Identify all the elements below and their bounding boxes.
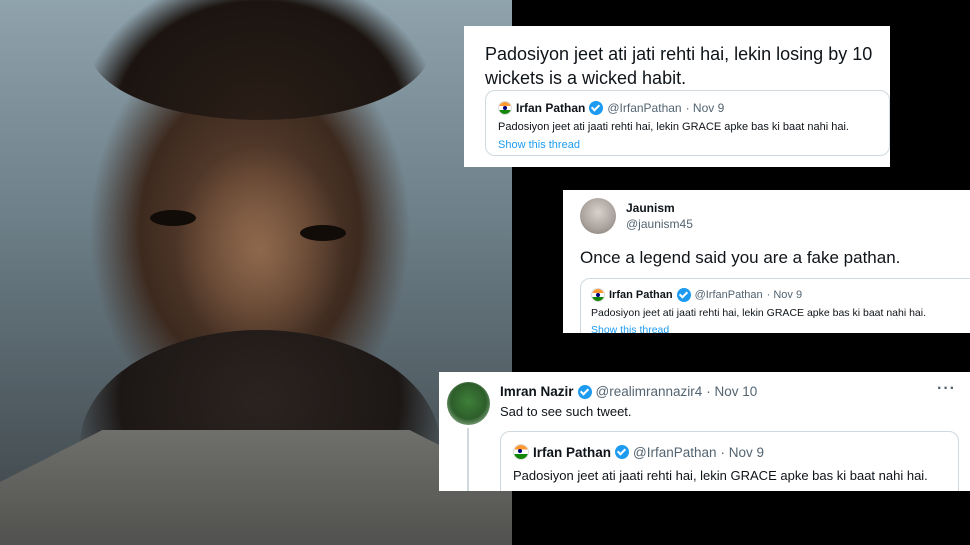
quoted-tweet[interactable]: Irfan Pathan @IrfanPathan · Nov 9 Padosi… <box>485 90 890 156</box>
verified-badge-icon <box>615 445 630 459</box>
quote-author-name[interactable]: Irfan Pathan <box>609 289 673 301</box>
flag-avatar-icon <box>513 444 529 460</box>
verified-badge-icon <box>676 288 691 302</box>
verified-badge-icon <box>589 101 604 115</box>
avatar[interactable] <box>580 198 616 234</box>
quote-date[interactable]: · Nov 9 <box>767 289 802 301</box>
show-thread-link[interactable]: Show this thread <box>498 139 580 151</box>
more-options-icon[interactable]: ··· <box>937 380 956 398</box>
tweet-card-3[interactable]: Imran Nazir @realimrannazir4 · Nov 10 ··… <box>439 372 970 491</box>
quote-author-handle[interactable]: @IrfanPathan <box>607 101 681 115</box>
quoted-tweet[interactable]: Irfan Pathan @IrfanPathan · Nov 9 Padosi… <box>500 431 959 491</box>
portrait-photo <box>0 0 512 545</box>
author-name[interactable]: Imran Nazir <box>500 384 574 399</box>
thread-line <box>467 428 469 491</box>
quoted-tweet[interactable]: Irfan Pathan @IrfanPathan · Nov 9 Padosi… <box>580 278 970 333</box>
flag-avatar-icon <box>591 288 605 302</box>
author-handle[interactable]: @realimrannazir4 <box>596 384 703 399</box>
quote-text: Padosiyon jeet ati jaati rehti hai, leki… <box>591 307 927 319</box>
photo-eye-right <box>300 225 346 241</box>
tweet-date[interactable]: · Nov 10 <box>706 384 757 399</box>
quote-date[interactable]: · Nov 9 <box>721 445 765 460</box>
tweet-text: Once a legend said you are a fake pathan… <box>580 248 901 267</box>
quote-author-handle[interactable]: @IrfanPathan <box>695 289 763 301</box>
tweet-text: Padosiyon jeet ati jati rehti hai, lekin… <box>485 44 873 88</box>
show-thread-link[interactable]: Show this thread <box>591 324 669 333</box>
quote-author-name[interactable]: Irfan Pathan <box>533 445 611 460</box>
quote-text: Padosiyon jeet ati jaati rehti hai, leki… <box>513 468 928 483</box>
photo-eye-left <box>150 210 196 226</box>
photo-collar <box>0 430 512 545</box>
tweet-card-2[interactable]: Jaunism @jaunism45 Once a legend said yo… <box>563 190 970 333</box>
flag-avatar-icon <box>498 101 512 115</box>
quote-author-handle[interactable]: @IrfanPathan <box>633 445 717 460</box>
photo-hair <box>90 0 430 120</box>
quote-text: Padosiyon jeet ati jaati rehti hai, leki… <box>498 121 849 133</box>
tweet-card-1[interactable]: Padosiyon jeet ati jati rehti hai, lekin… <box>464 26 890 167</box>
tweet-text: Sad to see such tweet. <box>500 404 632 419</box>
avatar[interactable] <box>447 382 490 425</box>
verified-badge-icon <box>577 384 592 399</box>
author-name[interactable]: Jaunism <box>626 201 675 215</box>
quote-date[interactable]: · Nov 9 <box>686 101 725 115</box>
quote-author-name[interactable]: Irfan Pathan <box>516 101 585 115</box>
author-handle[interactable]: @jaunism45 <box>626 217 693 231</box>
